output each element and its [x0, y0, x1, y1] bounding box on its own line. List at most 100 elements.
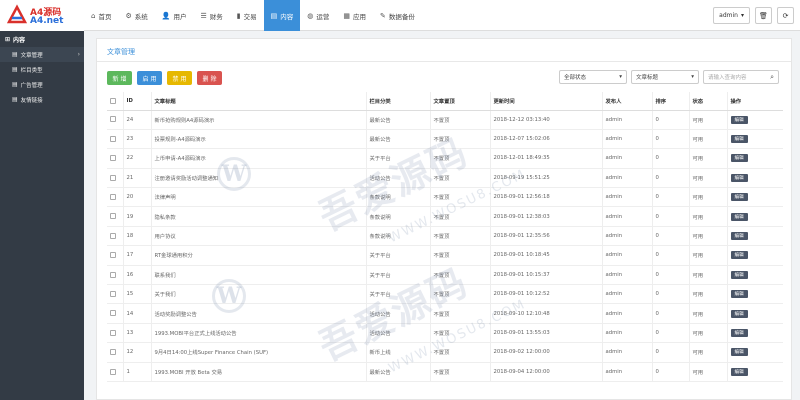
cell-id: 23 [122, 129, 151, 150]
nav-item-home[interactable]: ⌂ 首页 [84, 0, 118, 31]
table-header-row: ID 文章标题 栏目分类 文章置顶 更新时间 发布人 排序 状态 操作 [107, 92, 783, 111]
column-header-pinned: 文章置顶 [429, 92, 490, 111]
cell-pinned: 不置顶 [429, 265, 490, 286]
cell-pinned: 不置顶 [429, 168, 490, 189]
main-nav: ⌂ 首页 ⚙ 系统 👤 用户 ☰ 财务 ▮ 交易 ▤ 内容 ◍ 运营 ▦ 应用 ✎ 数据备份 [84, 0, 422, 31]
row-checkbox[interactable] [110, 232, 116, 239]
select-all-checkbox[interactable] [110, 97, 116, 104]
row-checkbox[interactable] [110, 194, 116, 200]
document-icon: ▤ [12, 66, 18, 73]
row-checkbox[interactable] [110, 368, 116, 375]
nav-item-label: 应用 [352, 12, 366, 21]
cell-title: RT金球通用积分 [150, 245, 366, 266]
row-checkbox-cell [107, 148, 123, 169]
disable-button[interactable]: 禁 用 [167, 71, 192, 85]
nav-item-grid[interactable]: ▦ 应用 [336, 0, 373, 31]
cell-pinned: 不置顶 [429, 110, 490, 130]
row-checkbox[interactable] [110, 290, 116, 297]
cell-status: 可用 [688, 245, 727, 266]
cell-author: admin [601, 206, 652, 227]
enable-button[interactable]: 启 用 [137, 71, 162, 85]
delete-button[interactable]: 删 除 [197, 71, 222, 85]
top-bar: A4源码 A4.net ⌂ 首页 ⚙ 系统 👤 用户 ☰ 财务 ▮ 交易 ▤ 内容 ◍ 运营 ▦ 应用 ✎ 数据备… [0, 0, 800, 31]
edit-button[interactable]: 编辑 [730, 173, 748, 182]
cell-author: admin [601, 245, 652, 266]
sidebar-header[interactable]: ⊞ 内容 [0, 31, 84, 47]
add-button[interactable]: 新 增 [107, 71, 132, 85]
edit-button[interactable]: 编辑 [730, 309, 748, 318]
row-checkbox[interactable] [110, 116, 116, 123]
column-header-actions: 操作 [726, 92, 783, 111]
table-row: 12 9月4日14:00上线Super Finance Chain (SUF) 新币… [107, 342, 783, 363]
row-checkbox[interactable] [110, 310, 116, 317]
table-row: 21 注册邀请奖励活动调整通知 活动公告 不置顶 2018-09-19 15:51:25… [107, 168, 783, 189]
row-checkbox[interactable] [110, 135, 116, 142]
nav-item-label: 系统 [134, 12, 148, 21]
field-select[interactable]: 文章标题 ▾ [631, 70, 699, 84]
cell-updated: 2018-09-01 12:38:03 [489, 206, 602, 227]
cell-updated: 2018-09-10 12:10:48 [489, 303, 602, 324]
edit-button[interactable]: 编辑 [730, 328, 748, 337]
clear-cache-button[interactable]: 🗑 [755, 7, 772, 24]
gear-icon: ⚙ [125, 11, 132, 20]
row-checkbox[interactable] [110, 174, 116, 181]
sidebar-item[interactable]: ▤ 文章管理 › [0, 47, 84, 62]
cell-sort: 0 [651, 110, 689, 130]
logo[interactable]: A4源码 A4.net [0, 0, 84, 31]
nav-item-bar-chart[interactable]: ▮ 交易 [230, 0, 264, 31]
edit-button[interactable]: 编辑 [730, 212, 748, 221]
row-checkbox[interactable] [110, 271, 116, 278]
edit-button[interactable]: 编辑 [730, 367, 748, 376]
nav-item-gear[interactable]: ⚙ 系统 [118, 0, 154, 31]
column-header-updated: 更新时间 [489, 92, 602, 111]
chevron-down-icon: ▾ [740, 12, 744, 19]
edit-button[interactable]: 编辑 [730, 290, 748, 299]
sidebar-item[interactable]: ▤ 广告管理 [0, 77, 84, 92]
cell-pinned: 不置顶 [429, 245, 490, 266]
logo-text-secondary: A4.net [30, 16, 64, 26]
edit-button[interactable]: 编辑 [730, 135, 748, 144]
nav-item-user[interactable]: 👤 用户 [155, 0, 194, 31]
table-row: 20 法律声明 条款说明 不置顶 2018-09-01 12:56:18 admin 0 可用… [107, 187, 783, 208]
nav-item-globe[interactable]: ◍ 运营 [300, 0, 336, 31]
cell-status: 可用 [688, 323, 727, 344]
bar-chart-icon: ▮ [236, 11, 241, 20]
table-row: 13 1993.MOBI平台正式上线活动公告 活动公告 不置顶 2018-09-01 1… [107, 323, 783, 344]
edit-button[interactable]: 编辑 [730, 270, 748, 279]
cell-actions: 编辑 [726, 110, 783, 130]
edit-button[interactable]: 编辑 [730, 115, 748, 124]
row-checkbox[interactable] [110, 252, 116, 259]
row-checkbox[interactable] [110, 349, 116, 356]
column-header-id[interactable]: ID [122, 92, 151, 111]
refresh-icon: ⟳ [782, 11, 789, 20]
cell-category: 条款说明 [365, 187, 430, 208]
table-row: 16 联系我们 关于平台 不置顶 2018-09-01 10:15:37 admin 0 可用… [107, 265, 783, 286]
edit-button[interactable]: 编辑 [730, 348, 748, 357]
document-icon: ▤ [270, 11, 278, 20]
search-icon[interactable]: ⌕ [770, 73, 774, 82]
row-checkbox-cell [107, 303, 123, 324]
status-select[interactable]: 全部状态 ▾ [559, 70, 627, 84]
cell-updated: 2018-12-01 18:49:35 [489, 148, 602, 169]
edit-button[interactable]: 编辑 [730, 232, 748, 241]
user-menu-button[interactable]: admin ▾ [713, 7, 750, 24]
row-checkbox[interactable] [110, 213, 116, 220]
nav-item-wrench[interactable]: ✎ 数据备份 [373, 0, 422, 31]
cell-updated: 2018-09-01 12:56:18 [489, 187, 602, 208]
refresh-button[interactable]: ⟳ [777, 7, 794, 24]
cell-sort: 0 [651, 148, 689, 169]
table-row: 19 隐私条款 条款说明 不置顶 2018-09-01 12:38:03 admin 0 可用… [107, 206, 783, 227]
search-input[interactable]: 请输入查询内容 ⌕ [703, 70, 779, 84]
cell-status: 可用 [688, 284, 727, 305]
sidebar-item[interactable]: ▤ 友情链接 [0, 92, 84, 107]
cell-actions: 编辑 [726, 303, 783, 324]
row-checkbox[interactable] [110, 155, 116, 162]
table-row: 18 用户协议 条款说明 不置顶 2018-09-01 12:35:56 admin 0 可用… [107, 226, 783, 247]
sidebar-item[interactable]: ▤ 栏目类型 [0, 62, 84, 77]
nav-item-document[interactable]: ▤ 内容 [263, 0, 301, 31]
edit-button[interactable]: 编辑 [730, 251, 748, 260]
nav-item-list[interactable]: ☰ 财务 [193, 0, 229, 31]
edit-button[interactable]: 编辑 [730, 193, 748, 202]
edit-button[interactable]: 编辑 [730, 154, 748, 163]
row-checkbox[interactable] [110, 329, 116, 336]
